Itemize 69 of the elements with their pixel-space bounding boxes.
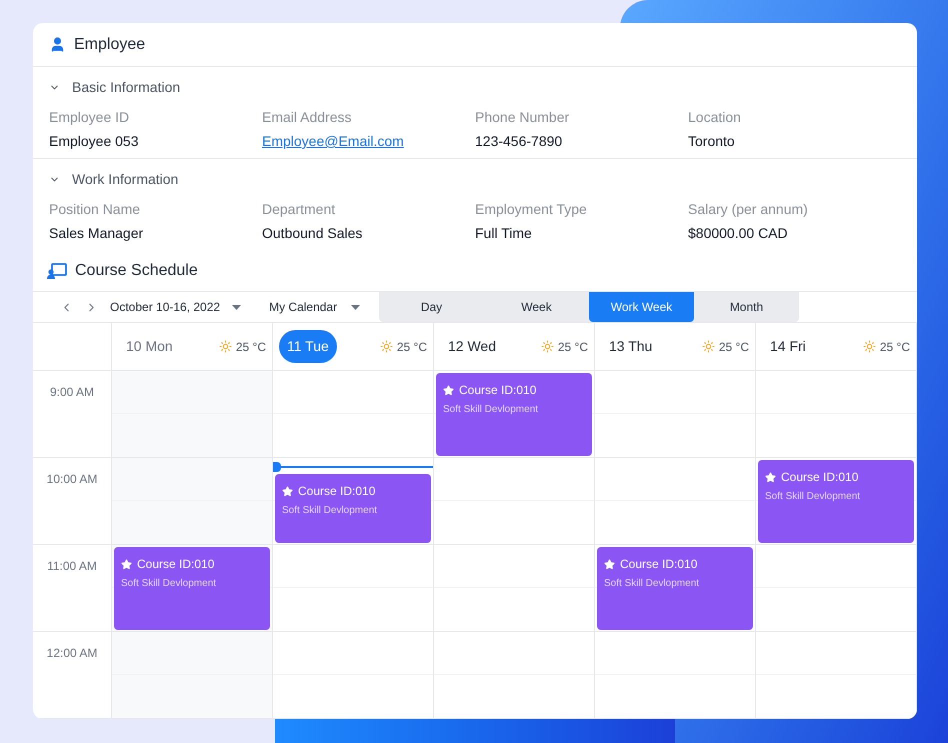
day-header[interactable]: 14 Fri <box>762 330 814 363</box>
time-label: 10:00 AM <box>46 471 98 488</box>
calendar-dropdown[interactable]: My Calendar <box>269 298 360 316</box>
event-subtitle: Soft Skill Devlopment <box>604 577 700 591</box>
field-label: Employment Type <box>475 200 587 219</box>
card-title: Employee <box>74 34 146 54</box>
field-value: 123-456-7890 <box>475 132 562 151</box>
temperature: 25 °C <box>396 338 427 356</box>
event-subtitle: Soft Skill Devlopment <box>282 504 378 518</box>
day-header[interactable]: 10 Mon <box>118 330 181 363</box>
classroom-icon <box>47 263 67 279</box>
field-label: Department <box>262 200 336 219</box>
star-icon <box>121 558 132 570</box>
event-subtitle: Soft Skill Devlopment <box>765 490 862 504</box>
temperature: 25 °C <box>880 338 910 356</box>
day-header[interactable]: 13 Thu <box>601 330 660 363</box>
field-value: Employee 053 <box>49 132 139 151</box>
event-title: Course ID:010 <box>459 382 536 399</box>
email-link[interactable]: Employee@Email.com <box>262 131 404 152</box>
caret-icon <box>232 304 242 310</box>
day-header[interactable]: 12 Wed <box>440 330 504 363</box>
field-label: Phone Number <box>475 108 570 127</box>
temperature: 25 °C <box>236 338 266 356</box>
person-icon <box>49 36 66 53</box>
event-title: Course ID:010 <box>137 556 214 573</box>
view-tab[interactable]: Week <box>484 292 589 322</box>
field-label: Email Address <box>262 108 352 127</box>
star-icon <box>443 384 454 396</box>
schedule-title: Course Schedule <box>75 261 198 281</box>
field-label: Employee ID <box>49 108 130 127</box>
course-event[interactable]: Course ID:010 Soft Skill Devlopment <box>597 547 753 630</box>
field-value: Toronto <box>688 132 735 151</box>
temperature: 25 °C <box>558 338 588 356</box>
view-tab[interactable]: Work Week <box>589 292 694 322</box>
field-value: Full Time <box>475 224 532 243</box>
time-label: 9:00 AM <box>50 384 94 401</box>
field-label: Position Name <box>49 200 140 219</box>
event-title: Course ID:010 <box>781 469 858 486</box>
course-event[interactable]: Course ID:010 Soft Skill Devlopment <box>758 460 914 543</box>
section-toggle[interactable]: Basic Information <box>49 67 180 107</box>
sun-icon <box>380 340 393 353</box>
sun-icon <box>218 340 232 353</box>
event-title: Course ID:010 <box>298 483 376 500</box>
event-title: Course ID:010 <box>620 556 698 573</box>
field-value: Sales Manager <box>49 224 144 243</box>
course-event[interactable]: Course ID:010 Soft Skill Devlopment <box>114 547 270 630</box>
view-tab[interactable]: Day <box>379 292 484 322</box>
time-label: 11:00 AM <box>47 558 97 575</box>
field-label: Location <box>688 108 741 127</box>
temperature: 25 °C <box>718 338 749 356</box>
caret-icon <box>351 304 360 310</box>
course-event[interactable]: Course ID:010 Soft Skill Devlopment <box>275 474 431 543</box>
field-label: Salary (per annum) <box>688 200 808 219</box>
time-label: 12:00 AM <box>46 645 98 662</box>
sun-icon <box>862 340 876 353</box>
course-event[interactable]: Course ID:010 Soft Skill Devlopment <box>436 373 592 456</box>
view-tab[interactable]: Month <box>694 292 799 322</box>
event-subtitle: Soft Skill Devlopment <box>121 577 218 591</box>
field-value: $80000.00 CAD <box>688 224 788 243</box>
field-value: Outbound Sales <box>262 224 362 243</box>
section-toggle[interactable]: Work Information <box>49 159 178 199</box>
star-icon <box>604 558 615 570</box>
sun-icon <box>702 340 715 353</box>
star-icon <box>282 486 293 496</box>
star-icon <box>765 472 776 482</box>
sun-icon <box>540 340 554 353</box>
day-header[interactable]: 11 Tue <box>279 330 337 363</box>
event-subtitle: Soft Skill Devlopment <box>443 403 540 417</box>
date-range-dropdown[interactable]: October 10-16, 2022 <box>110 298 242 316</box>
